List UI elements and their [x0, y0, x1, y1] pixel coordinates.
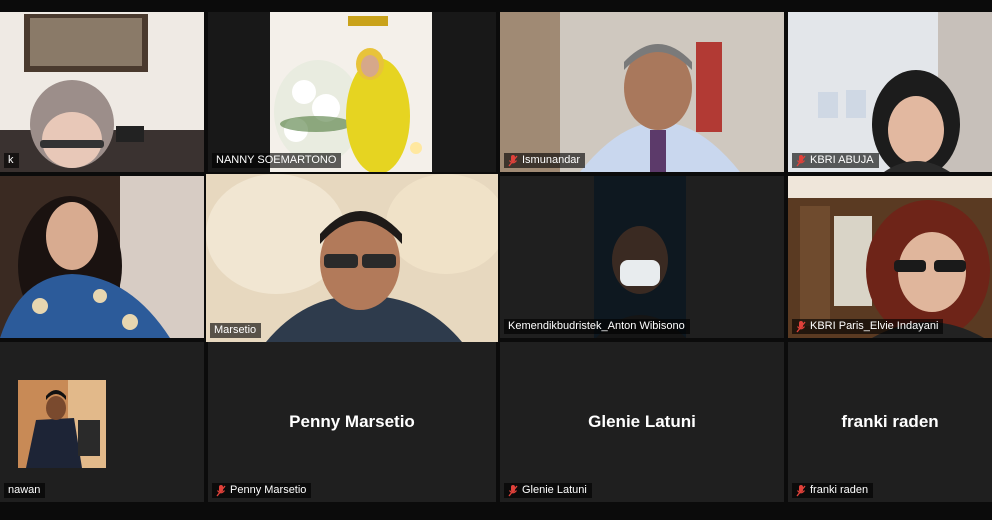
muted-mic-icon [796, 484, 806, 496]
participant-name: Ismunandar [522, 154, 581, 166]
profile-picture [18, 380, 106, 468]
participant-name-tag: nawan [4, 483, 46, 498]
muted-mic-icon [216, 484, 226, 496]
participant-name-tag: Glenie Latuni [504, 483, 592, 498]
participant-name-tag: franki raden [792, 483, 874, 498]
participant-name-tag: Penny Marsetio [212, 483, 312, 498]
participant-name-tag: Ismunandar [504, 153, 586, 168]
participant-video [208, 12, 496, 172]
participant-tile[interactable]: Glenie Latuni Glenie Latuni [500, 342, 784, 502]
participant-name-tag: k [4, 153, 19, 168]
participant-name: franki raden [810, 484, 869, 496]
participant-name: nawan [8, 484, 41, 496]
participant-name-tag: Marsetio [210, 323, 262, 338]
muted-mic-icon [796, 154, 806, 166]
participant-name: KBRI Paris_Elvie Indayani [810, 320, 939, 332]
participant-tile[interactable]: Kemendikbudristek_Anton Wibisono [500, 176, 784, 338]
participant-tile-active-speaker[interactable]: Marsetio [206, 174, 498, 342]
participant-name-tag: Kemendikbudristek_Anton Wibisono [504, 319, 690, 334]
participant-tile[interactable]: KBRI ABUJA [788, 12, 992, 172]
participant-tile[interactable]: k [0, 12, 204, 172]
participant-tile[interactable]: Ismunandar [500, 12, 784, 172]
participant-video [206, 174, 498, 342]
participant-video [788, 176, 992, 338]
participant-display-name: Penny Marsetio [289, 412, 415, 431]
participant-video [500, 12, 784, 172]
participant-name-tag: KBRI Paris_Elvie Indayani [792, 319, 944, 334]
muted-mic-icon [796, 320, 806, 332]
participant-video [0, 12, 204, 172]
participant-name: Kemendikbudristek_Anton Wibisono [508, 320, 685, 332]
participant-tile[interactable]: NANNY SOEMARTONO [208, 12, 496, 172]
participant-tile[interactable]: KBRI Paris_Elvie Indayani [788, 176, 992, 338]
participant-tile[interactable]: nawan [0, 342, 204, 502]
participant-tile[interactable] [0, 176, 204, 338]
participant-video [788, 12, 992, 172]
participant-name: Penny Marsetio [230, 484, 307, 496]
muted-mic-icon [508, 154, 518, 166]
participant-name-tag: KBRI ABUJA [792, 153, 879, 168]
participant-name: KBRI ABUJA [810, 154, 874, 166]
participant-name: NANNY SOEMARTONO [216, 154, 337, 166]
participant-name: k [8, 154, 14, 166]
participant-name: Marsetio [214, 324, 257, 336]
participant-name: Glenie Latuni [522, 484, 587, 496]
participant-name-tag: NANNY SOEMARTONO [212, 153, 342, 168]
gallery-view: k NANNY SOEMARTONO Ismunandar KBRI ABUJA… [0, 0, 992, 520]
participant-display-name: Glenie Latuni [588, 412, 696, 431]
participant-tile[interactable]: franki raden franki raden [788, 342, 992, 502]
participant-tile[interactable]: Penny Marsetio Penny Marsetio [208, 342, 496, 502]
muted-mic-icon [508, 484, 518, 496]
participant-video [500, 176, 784, 338]
participant-video [0, 176, 204, 338]
participant-display-name: franki raden [841, 412, 939, 431]
